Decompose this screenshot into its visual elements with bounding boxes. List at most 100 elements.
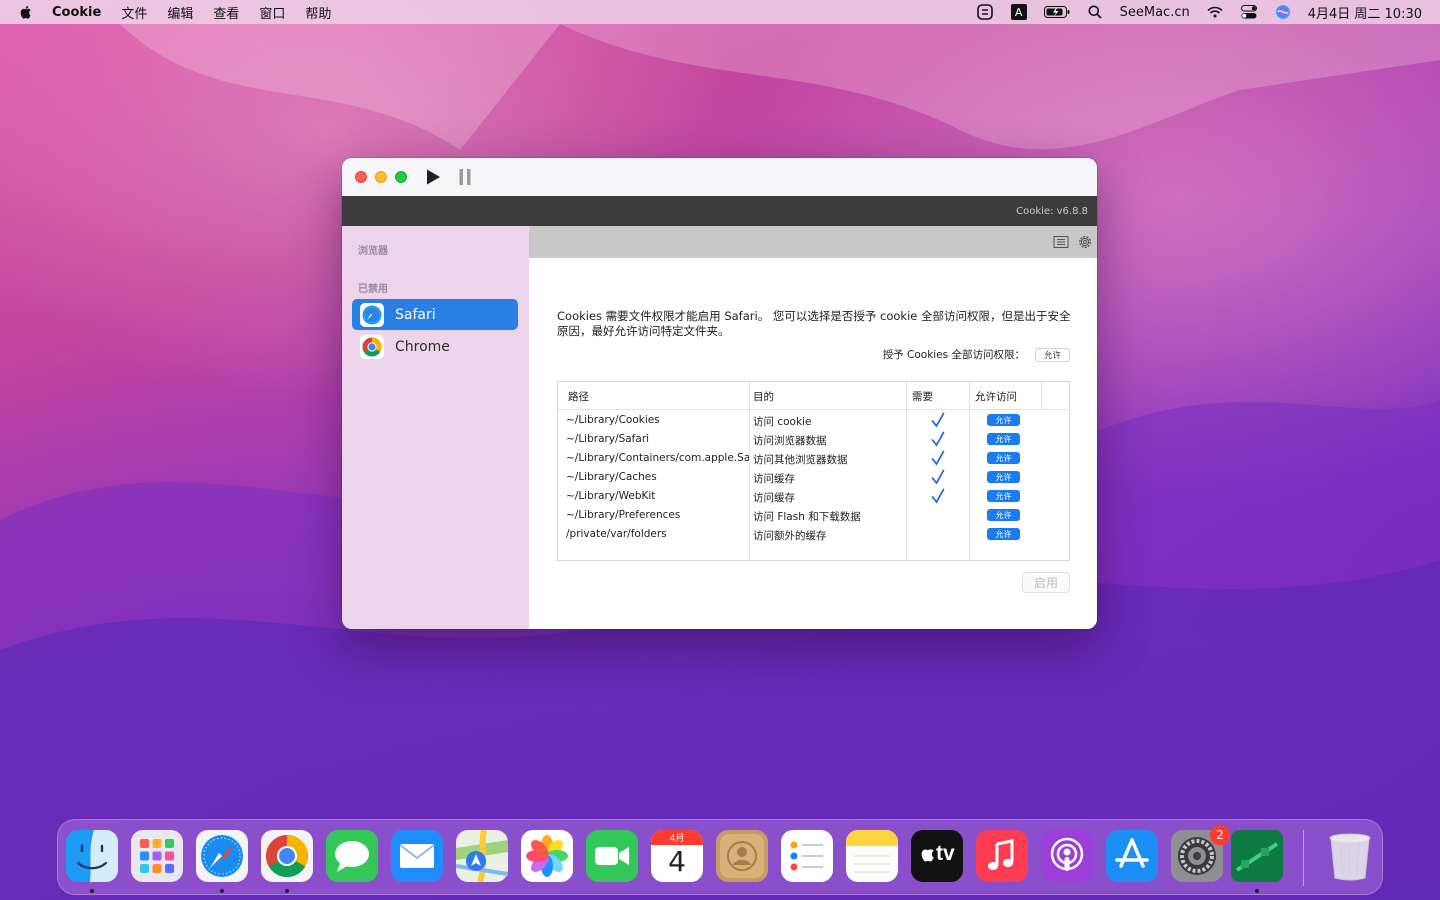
dock-finder[interactable] (66, 830, 118, 882)
checkmark-icon (931, 450, 945, 466)
green-app-icon (1231, 830, 1283, 882)
column-divider (1041, 382, 1042, 410)
dock-system-preferences[interactable]: 2 (1171, 825, 1230, 882)
launchpad-icon (131, 830, 183, 882)
dock-calendar[interactable]: 4月 4 (651, 830, 703, 882)
control-center-icon[interactable] (1240, 4, 1258, 20)
sidebar: 浏览器 已禁用 Safari Chrome (342, 226, 529, 629)
app-store-icon (1106, 830, 1158, 882)
dock-launchpad[interactable] (131, 830, 183, 882)
grant-full-access-button[interactable]: 允许 (1034, 347, 1070, 362)
version-bar: Cookie: v6.8.8 (342, 196, 1097, 226)
dock-apple-tv[interactable]: tv (911, 830, 963, 882)
finder-icon (66, 830, 118, 882)
column-header-purpose[interactable]: 目的 (753, 389, 774, 404)
dock: 4月 4 tv 2 (57, 819, 1383, 895)
grant-full-access-row: 授予 Cookies 全部访问权限： 允许 (883, 347, 1070, 362)
siri-icon[interactable] (1274, 4, 1292, 20)
photos-icon (521, 830, 573, 882)
mail-icon (391, 830, 443, 882)
grant-full-access-label: 授予 Cookies 全部访问权限： (882, 349, 1025, 361)
notification-badge: 2 (1210, 825, 1230, 845)
dock-messages[interactable] (326, 830, 378, 882)
cookie-window: Cookie: v6.8.8 浏览器 已禁用 Safari Chrome Coo… (342, 158, 1097, 629)
cell-purpose: 访问缓存 (753, 492, 795, 504)
wifi-icon[interactable] (1206, 4, 1224, 20)
dock-podcasts[interactable] (1041, 830, 1093, 882)
dock-trash[interactable] (1324, 830, 1376, 882)
column-header-allow-access[interactable]: 允许访问 (975, 389, 1017, 404)
cell-path: ~/Library/WebKit (566, 490, 656, 502)
table-row: ~/Library/WebKit 访问缓存 允许 (558, 487, 1069, 506)
sidebar-item-safari[interactable]: Safari (352, 299, 518, 330)
checkmark-icon (931, 469, 945, 485)
allow-access-button[interactable]: 允许 (987, 509, 1020, 521)
gear-icon[interactable] (1077, 234, 1093, 250)
dock-green-app[interactable] (1231, 830, 1283, 882)
dock-photos[interactable] (521, 830, 573, 882)
dock-contacts[interactable] (716, 830, 768, 882)
apple-tv-label: tv (936, 842, 955, 865)
table-row: ~/Library/Containers/com.apple.Sa 访问其他浏览器… (558, 449, 1069, 468)
checkmark-icon (931, 431, 945, 447)
allow-access-button[interactable]: 允许 (987, 452, 1020, 464)
dock-facetime[interactable] (586, 830, 638, 882)
calendar-day: 4 (668, 845, 686, 878)
cell-path: /private/var/folders (566, 528, 667, 540)
cell-purpose: 访问缓存 (753, 473, 795, 485)
sidebar-item-label: Safari (395, 306, 436, 323)
apple-icon[interactable] (18, 4, 34, 20)
allow-access-button[interactable]: 允许 (987, 490, 1020, 502)
dock-app-store[interactable] (1106, 830, 1158, 882)
trash-icon (1329, 833, 1371, 881)
menu-file[interactable]: 文件 (121, 3, 147, 22)
permission-description: Cookies 需要文件权限才能启用 Safari。 您可以选择是否授予 coo… (557, 309, 1071, 338)
dock-chrome[interactable] (261, 830, 313, 882)
allow-access-button[interactable]: 允许 (987, 471, 1020, 483)
pause-icon[interactable] (457, 168, 475, 186)
running-indicator (220, 889, 224, 893)
allow-access-button[interactable]: 允许 (987, 433, 1020, 445)
menu-window[interactable]: 窗口 (259, 3, 285, 22)
menu-view[interactable]: 查看 (213, 3, 239, 22)
close-button[interactable] (355, 171, 367, 183)
safari-icon (196, 830, 248, 882)
cell-purpose: 访问浏览器数据 (753, 435, 827, 447)
checkmark-icon (931, 488, 945, 504)
input-method-label: A (1010, 4, 1027, 20)
dock-safari[interactable] (196, 830, 248, 882)
sidebar-item-chrome[interactable]: Chrome (352, 331, 518, 362)
play-icon[interactable] (424, 168, 442, 186)
allow-access-button[interactable]: 允许 (987, 414, 1020, 426)
cell-purpose: 访问 cookie (753, 416, 812, 428)
menu-app-name[interactable]: Cookie (52, 5, 101, 20)
permissions-table: 路径 目的 需要 允许访问 ~/Library/Cookies 访问 cookie… (557, 381, 1070, 561)
dock-maps[interactable] (455, 829, 509, 883)
input-method-icon[interactable]: A (1010, 4, 1028, 20)
battery-icon[interactable] (1043, 4, 1070, 20)
menubar-site-label: SeeMac.cn (1119, 4, 1190, 20)
content-toolbar (529, 226, 1097, 258)
enable-button[interactable]: 启用 (1022, 572, 1070, 593)
list-view-icon[interactable] (1053, 234, 1069, 250)
search-icon[interactable] (1086, 4, 1104, 20)
column-header-path[interactable]: 路径 (568, 389, 589, 404)
title-bar[interactable] (342, 158, 1097, 196)
notes-icon (846, 830, 898, 882)
column-header-required[interactable]: 需要 (912, 389, 933, 404)
dock-notes[interactable] (846, 830, 898, 882)
cell-purpose: 访问其他浏览器数据 (753, 454, 848, 466)
text-scan-icon[interactable] (976, 4, 994, 20)
zoom-button[interactable] (395, 171, 407, 183)
allow-access-button[interactable]: 允许 (987, 528, 1020, 540)
menu-edit[interactable]: 编辑 (167, 3, 193, 22)
menu-help[interactable]: 帮助 (305, 3, 331, 22)
table-row: ~/Library/Safari 访问浏览器数据 允许 (558, 430, 1069, 449)
minimize-button[interactable] (375, 171, 387, 183)
dock-reminders[interactable] (781, 830, 833, 882)
checkmark-icon (931, 412, 945, 428)
dock-mail[interactable] (391, 830, 443, 882)
messages-icon (326, 830, 378, 882)
main-content: Cookies 需要文件权限才能启用 Safari。 您可以选择是否授予 coo… (529, 226, 1097, 629)
dock-music[interactable] (976, 830, 1028, 882)
